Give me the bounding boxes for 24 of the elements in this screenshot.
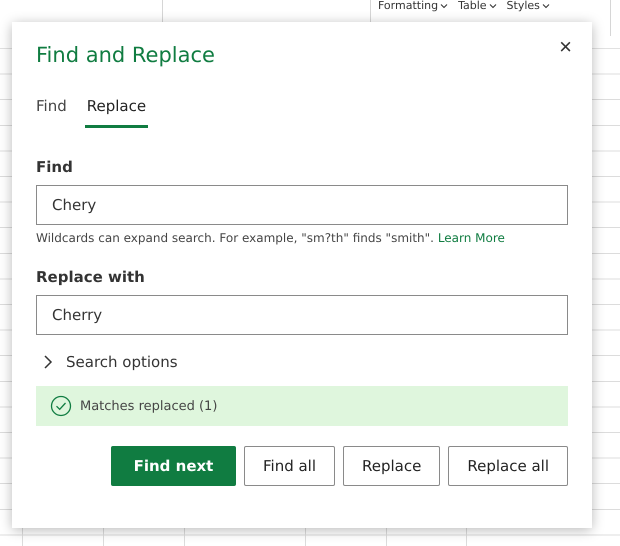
chevron-down-icon [542,3,550,9]
ribbon-dropdown[interactable]: Styles [506,0,550,12]
find-next-button[interactable]: Find next [110,446,236,486]
close-button[interactable]: × [557,36,574,58]
field-label: Replace with [36,267,146,288]
action-button[interactable]: Find all [244,446,336,486]
chevron-down-icon [488,3,497,9]
hint-text: Wildcards can expand search. For example, "sm?th" finds "smith". Learn More [36,230,506,246]
ribbon-dropdown[interactable]: Formatting [378,0,448,12]
action-button[interactable]: Replace [343,446,440,486]
dialog-title: Find and Replace [36,42,215,69]
replace-field[interactable]: Cherry [36,295,568,335]
action-button[interactable]: Replace all [448,446,568,486]
check-circle-icon [50,395,72,417]
tab[interactable]: Find [34,93,69,128]
chevron-down-icon [440,3,448,9]
status-text: Matches replaced (1) [80,398,218,414]
search-options-toggle[interactable]: Search options [36,353,178,371]
ribbon-dropdown[interactable]: Table [458,0,497,12]
learn-more-link[interactable]: Learn More [438,231,505,245]
chevron-right-icon [42,354,54,370]
find-field[interactable]: Chery [36,185,568,225]
field-label: Find [36,157,74,178]
tab[interactable]: Replace [84,93,148,128]
